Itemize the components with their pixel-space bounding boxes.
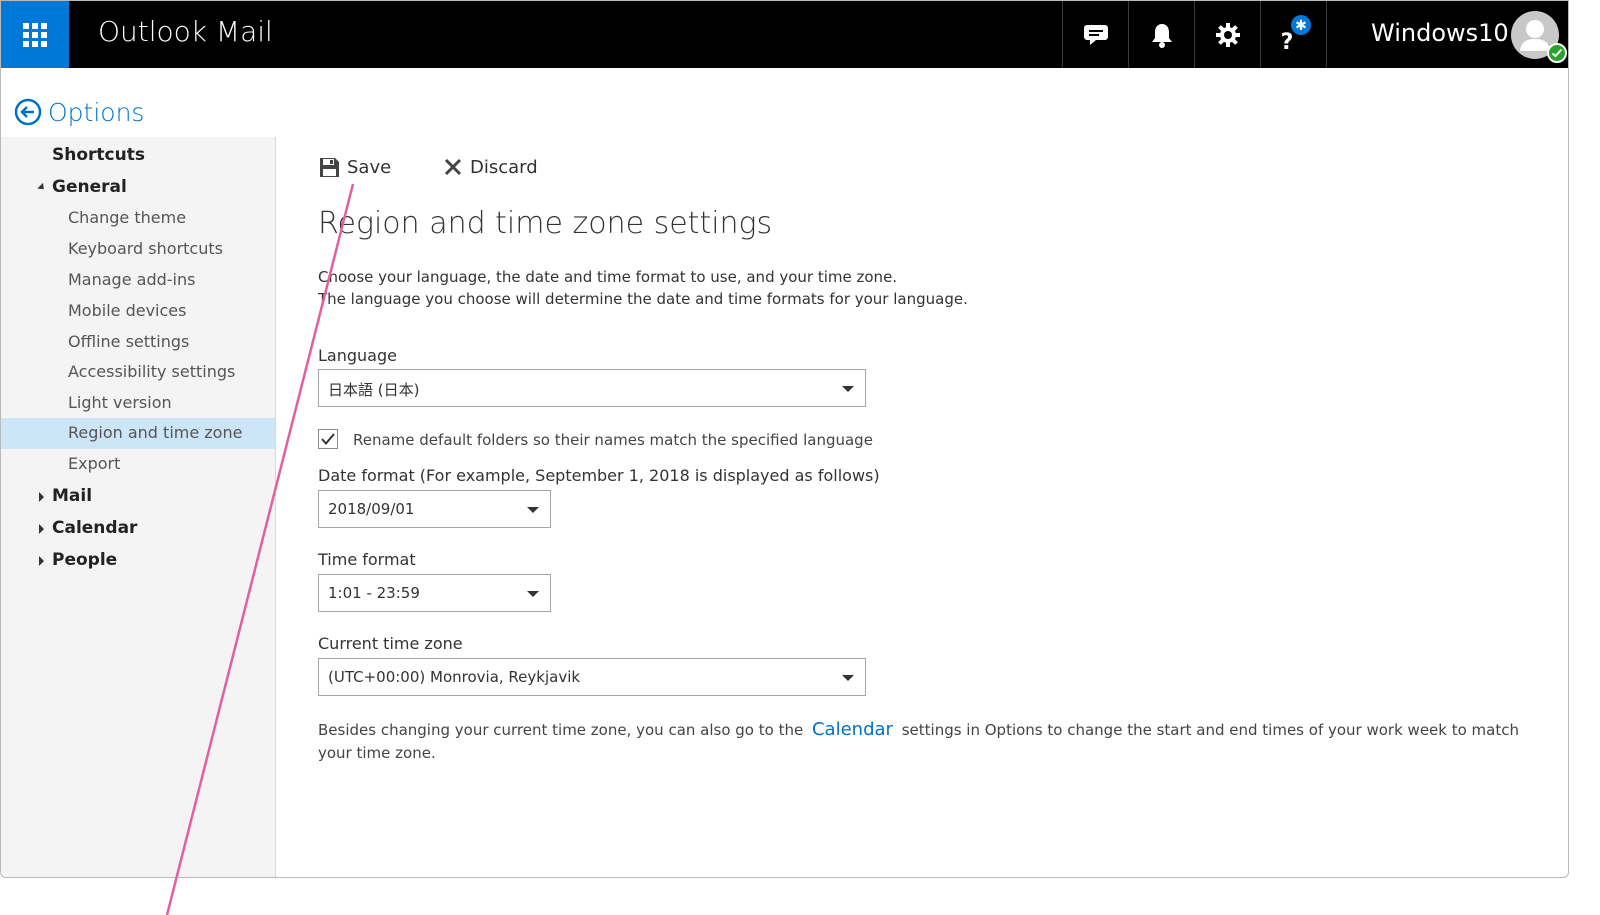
time-format-dropdown[interactable]: 1:01 - 23:59 bbox=[318, 574, 551, 612]
sidebar-item-label: General bbox=[52, 177, 127, 197]
chevron-down-icon bbox=[842, 675, 854, 681]
rename-folders-checkbox[interactable] bbox=[318, 429, 338, 449]
description-line-1: Choose your language, the date and time … bbox=[318, 268, 898, 286]
time-zone-dropdown[interactable]: (UTC+00:00) Monrovia, Reykjavik bbox=[318, 658, 866, 696]
sidebar-item-label: Region and time zone bbox=[68, 423, 243, 442]
svg-text:?: ? bbox=[1280, 30, 1293, 55]
svg-text:✱: ✱ bbox=[1295, 18, 1307, 34]
options-back-link[interactable]: Options bbox=[14, 95, 144, 129]
sidebar-item-label: Offline settings bbox=[68, 332, 190, 351]
date-format-label: Date format (For example, September 1, 2… bbox=[318, 466, 880, 485]
close-icon bbox=[444, 158, 462, 176]
sidebar-item-keyboard-shortcuts[interactable]: Keyboard shortcuts bbox=[1, 234, 275, 265]
user-account-button[interactable]: Windows10 bbox=[1326, 1, 1568, 68]
sidebar-item-people[interactable]: People bbox=[1, 545, 275, 576]
options-title: Options bbox=[48, 97, 145, 127]
chevron-down-icon bbox=[842, 386, 854, 392]
page-title: Region and time zone settings bbox=[318, 206, 773, 241]
sidebar-item-label: Accessibility settings bbox=[68, 362, 236, 381]
sidebar-item-manage-add-ins[interactable]: Manage add-ins bbox=[1, 265, 275, 296]
expanded-caret-icon bbox=[37, 182, 47, 193]
checkmark-icon bbox=[321, 433, 335, 446]
app-launcher-button[interactable] bbox=[1, 1, 69, 68]
chevron-down-icon bbox=[527, 507, 539, 513]
sidebar-item-label: Mail bbox=[52, 486, 93, 506]
sidebar-item-accessibility-settings[interactable]: Accessibility settings bbox=[1, 357, 275, 388]
gear-icon bbox=[1215, 22, 1240, 47]
save-label: Save bbox=[347, 156, 392, 178]
help-button[interactable]: ✱ ? bbox=[1260, 1, 1326, 68]
feedback-button[interactable] bbox=[1062, 1, 1128, 68]
sidebar-item-label: People bbox=[52, 550, 118, 570]
options-sidebar: Shortcuts General Change theme Keyboard … bbox=[1, 137, 276, 877]
top-bar: Outlook Mail ✱ ? Windows10 bbox=[1, 1, 1568, 68]
sidebar-item-general[interactable]: General bbox=[1, 172, 275, 203]
sidebar-item-label: Manage add-ins bbox=[68, 270, 196, 289]
discard-button[interactable]: Discard bbox=[444, 153, 538, 181]
notifications-button[interactable] bbox=[1128, 1, 1194, 68]
chat-icon bbox=[1083, 24, 1108, 45]
sidebar-item-label: Export bbox=[68, 454, 121, 473]
sidebar-item-change-theme[interactable]: Change theme bbox=[1, 203, 275, 234]
back-arrow-icon bbox=[14, 98, 42, 126]
collapsed-caret-icon bbox=[39, 524, 44, 534]
sidebar-item-label: Calendar bbox=[52, 518, 138, 538]
sidebar-item-mobile-devices[interactable]: Mobile devices bbox=[1, 296, 275, 327]
footer-text-before: Besides changing your current time zone,… bbox=[318, 721, 804, 739]
time-format-label: Time format bbox=[318, 550, 416, 569]
rename-folders-label[interactable]: Rename default folders so their names ma… bbox=[353, 431, 873, 449]
checkmark-icon bbox=[1551, 48, 1563, 58]
user-name: Windows10 bbox=[1371, 19, 1509, 47]
bell-icon bbox=[1151, 23, 1172, 48]
sidebar-item-label: Mobile devices bbox=[68, 301, 187, 320]
sidebar-item-label: Shortcuts bbox=[52, 145, 145, 165]
outlook-window: Outlook Mail ✱ ? Windows10 Options Short… bbox=[0, 0, 1569, 878]
sidebar-item-light-version[interactable]: Light version bbox=[1, 388, 275, 419]
sidebar-item-offline-settings[interactable]: Offline settings bbox=[1, 327, 275, 358]
language-value: 日本語 (日本) bbox=[328, 381, 420, 399]
app-title: Outlook Mail bbox=[98, 15, 273, 48]
sidebar-item-label: Change theme bbox=[68, 208, 187, 227]
collapsed-caret-icon bbox=[39, 492, 44, 502]
save-icon bbox=[320, 157, 339, 177]
avatar bbox=[1511, 11, 1567, 63]
language-label: Language bbox=[318, 346, 397, 365]
description-line-2: The language you choose will determine t… bbox=[318, 290, 968, 308]
sidebar-item-label: Keyboard shortcuts bbox=[68, 239, 223, 258]
sidebar-item-export[interactable]: Export bbox=[1, 449, 275, 480]
sidebar-item-label: Light version bbox=[68, 393, 172, 412]
collapsed-caret-icon bbox=[39, 556, 44, 566]
time-zone-footer-note: Besides changing your current time zone,… bbox=[318, 718, 1553, 765]
save-button[interactable]: Save bbox=[319, 153, 391, 181]
discard-label: Discard bbox=[470, 156, 538, 178]
date-format-dropdown[interactable]: 2018/09/01 bbox=[318, 490, 551, 528]
chevron-down-icon bbox=[527, 591, 539, 597]
calendar-settings-link[interactable]: Calendar bbox=[812, 719, 893, 740]
sidebar-item-shortcuts[interactable]: Shortcuts bbox=[1, 140, 275, 171]
waffle-icon bbox=[23, 22, 47, 47]
settings-button[interactable] bbox=[1194, 1, 1260, 68]
time-format-value: 1:01 - 23:59 bbox=[328, 584, 420, 602]
language-dropdown[interactable]: 日本語 (日本) bbox=[318, 369, 866, 407]
time-zone-value: (UTC+00:00) Monrovia, Reykjavik bbox=[328, 668, 581, 686]
time-zone-label: Current time zone bbox=[318, 634, 463, 653]
sidebar-item-calendar[interactable]: Calendar bbox=[1, 513, 275, 544]
date-format-value: 2018/09/01 bbox=[328, 500, 415, 518]
sidebar-item-mail[interactable]: Mail bbox=[1, 481, 275, 512]
help-icon: ✱ ? bbox=[1280, 14, 1311, 55]
online-status-badge bbox=[1547, 43, 1567, 63]
sidebar-item-region-and-time-zone[interactable]: Region and time zone bbox=[1, 418, 275, 449]
